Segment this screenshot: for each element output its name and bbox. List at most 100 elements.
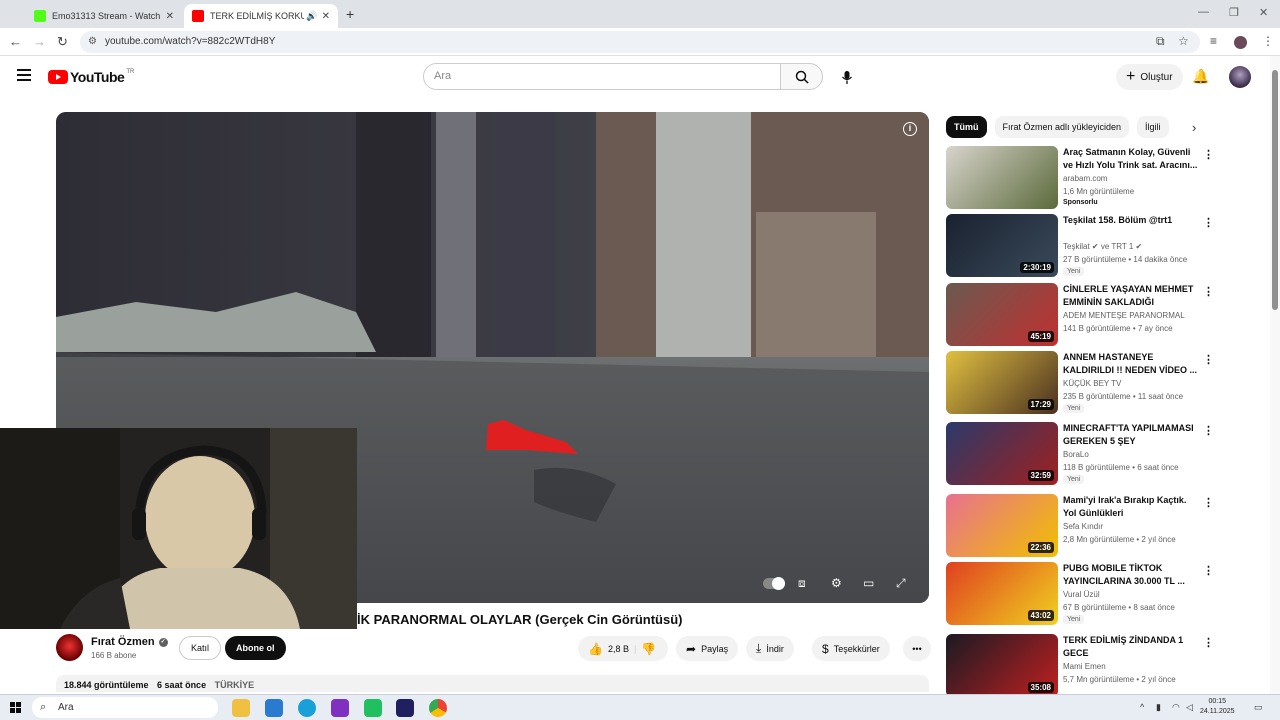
- thumbs-up-icon[interactable]: 👍: [588, 642, 603, 656]
- info-icon[interactable]: i: [903, 122, 917, 136]
- search-input[interactable]: Ara: [423, 63, 781, 90]
- autoplay-toggle[interactable]: [763, 577, 785, 590]
- channel-name[interactable]: Fırat Özmen ✓: [91, 636, 168, 648]
- video-title[interactable]: ANNEM HASTANEYE KALDIRILDI !! NEDEN VİDE…: [1063, 351, 1201, 377]
- more-actions-button[interactable]: •••: [903, 636, 931, 661]
- tab-kick-stream[interactable]: Emo31313 Stream - Watch Live ✕: [26, 4, 182, 28]
- more-vertical-icon[interactable]: ⋮: [1203, 285, 1214, 298]
- recommendation-item[interactable]: 35:08 TERK EDİLMİŞ ZİNDANDA 1 GECE Mami Em…: [946, 634, 1216, 698]
- recommendation-item[interactable]: 22:36 Mami'yi Irak'a Bırakıp Kaçtık. Yol …: [946, 494, 1216, 558]
- theater-mode-icon[interactable]: ▭: [863, 576, 874, 590]
- close-window-icon[interactable]: ✕: [1259, 6, 1268, 19]
- more-vertical-icon[interactable]: ⋮: [1203, 216, 1214, 229]
- video-thumbnail[interactable]: 32:59: [946, 422, 1058, 485]
- description-box[interactable]: 18.844 görüntüleme 6 saat önce TÜRKİYE: [56, 675, 929, 692]
- reload-icon[interactable]: ↻: [57, 34, 68, 50]
- video-thumbnail[interactable]: 43:02: [946, 562, 1058, 625]
- site-info-icon[interactable]: ⚙: [88, 31, 97, 53]
- app-icon-purple[interactable]: [331, 699, 349, 717]
- account-avatar[interactable]: [1229, 66, 1251, 88]
- chip-from-uploader[interactable]: Fırat Özmen adlı yükleyiciden: [994, 116, 1130, 138]
- speaker-icon[interactable]: 🔊: [306, 11, 317, 22]
- back-icon[interactable]: ←: [9, 34, 22, 49]
- restore-icon[interactable]: ❐: [1229, 6, 1239, 19]
- channel-name[interactable]: ADEM MENTEŞE PARANORMAL: [1063, 311, 1185, 320]
- channel-name[interactable]: arabam.com: [1063, 174, 1107, 183]
- like-count[interactable]: 2,8 B: [608, 644, 629, 654]
- page-scrollbar[interactable]: [1270, 56, 1280, 694]
- more-vertical-icon[interactable]: ⋮: [1203, 353, 1214, 366]
- voice-search-button[interactable]: [834, 64, 860, 90]
- windows-start-icon[interactable]: [10, 702, 21, 713]
- download-button[interactable]: ⤓ İndir: [746, 636, 794, 661]
- notifications-bell-icon[interactable]: 🔔: [1192, 68, 1209, 85]
- video-title[interactable]: Mami'yi Irak'a Bırakıp Kaçtık. Yol Günlü…: [1063, 494, 1201, 520]
- recommendation-item[interactable]: 43:02 PUBG MOBILE TİKTOK YAYINCILARINA 30…: [946, 562, 1216, 626]
- bookmark-star-icon[interactable]: ☆: [1178, 34, 1189, 48]
- more-vertical-icon[interactable]: ⋮: [1203, 424, 1214, 437]
- battery-icon[interactable]: ▮: [1156, 702, 1161, 713]
- youtube-logo[interactable]: YouTube TR: [48, 69, 134, 85]
- edge-icon[interactable]: [298, 699, 316, 717]
- more-vertical-icon[interactable]: ⋮: [1203, 148, 1214, 161]
- chrome-icon[interactable]: [429, 699, 447, 717]
- chip-related[interactable]: İlgili: [1137, 116, 1169, 138]
- reading-list-icon[interactable]: ≡: [1210, 34, 1217, 48]
- app-icon-navy[interactable]: [396, 699, 414, 717]
- channel-name[interactable]: Vural Üzül: [1063, 590, 1100, 599]
- channel-name[interactable]: Sefa Kındır: [1063, 522, 1103, 531]
- channel-avatar[interactable]: [56, 634, 83, 661]
- app-icon-green[interactable]: [364, 699, 382, 717]
- captions-icon[interactable]: ⧈: [798, 576, 806, 591]
- close-tab-icon[interactable]: ✕: [322, 11, 330, 22]
- recommendation-item[interactable]: 32:59 MINECRAFT'TA YAPILMAMASI GEREKEN 5 …: [946, 422, 1216, 486]
- video-title[interactable]: PUBG MOBILE TİKTOK YAYINCILARINA 30.000 …: [1063, 562, 1201, 588]
- thanks-button[interactable]: $ Teşekkürler: [812, 636, 890, 661]
- video-thumbnail[interactable]: 2:30:19: [946, 214, 1058, 277]
- video-thumbnail[interactable]: 35:08: [946, 634, 1058, 697]
- more-vertical-icon[interactable]: ⋮: [1203, 636, 1214, 649]
- video-thumbnail[interactable]: [946, 146, 1058, 209]
- search-button[interactable]: [780, 63, 823, 90]
- address-bar[interactable]: ⚙ youtube.com/watch?v=882c2WTdH8Y: [80, 31, 1200, 53]
- wifi-icon[interactable]: ◠: [1172, 702, 1180, 713]
- file-explorer-icon[interactable]: [232, 699, 250, 717]
- scrollbar-thumb[interactable]: [1272, 70, 1278, 310]
- video-thumbnail[interactable]: 22:36: [946, 494, 1058, 557]
- share-button[interactable]: ➦ Paylaş: [676, 636, 739, 661]
- video-title[interactable]: CİNLERLE YAŞAYAN MEHMET EMMİNİN SAKLADIĞ…: [1063, 283, 1201, 309]
- video-thumbnail[interactable]: 17:29: [946, 351, 1058, 414]
- recommendation-item[interactable]: 2:30:19 Teşkilat 158. Bölüm @trt1 Teşkilat…: [946, 214, 1216, 278]
- more-vertical-icon[interactable]: ⋮: [1203, 564, 1214, 577]
- install-app-icon[interactable]: ⧉: [1156, 34, 1165, 49]
- chevron-right-icon[interactable]: ›: [1192, 120, 1196, 135]
- video-title[interactable]: MINECRAFT'TA YAPILMAMASI GEREKEN 5 ŞEY: [1063, 422, 1201, 448]
- new-tab-icon[interactable]: +: [346, 6, 354, 22]
- tab-youtube-video[interactable]: TERK EDİLMİŞ KORKU EVİN 🔊 ✕: [184, 4, 338, 28]
- profile-avatar[interactable]: [1234, 36, 1247, 49]
- taskbar-search[interactable]: ⌕ Ara: [32, 697, 218, 718]
- video-thumbnail[interactable]: 45:19: [946, 283, 1058, 346]
- browser-menu-icon[interactable]: ⋮: [1262, 34, 1274, 48]
- thumbs-down-icon[interactable]: 👎: [641, 642, 656, 656]
- create-button[interactable]: + Oluştur: [1116, 64, 1183, 90]
- outlook-icon[interactable]: [265, 699, 283, 717]
- notification-center-icon[interactable]: ▭: [1254, 702, 1263, 713]
- location-tag[interactable]: TÜRKİYE: [215, 680, 255, 690]
- channel-name[interactable]: Mami Emen: [1063, 662, 1106, 671]
- volume-icon[interactable]: ◁: [1186, 702, 1193, 713]
- fullscreen-icon[interactable]: ⤢: [896, 576, 906, 591]
- minimize-icon[interactable]: —: [1198, 6, 1209, 18]
- chip-all[interactable]: Tümü: [946, 116, 987, 138]
- video-title[interactable]: TERK EDİLMİŞ ZİNDANDA 1 GECE: [1063, 634, 1201, 660]
- subscribe-button[interactable]: Abone ol: [225, 636, 286, 660]
- taskbar-clock[interactable]: 00:15 24.11.2025: [1200, 697, 1235, 717]
- close-tab-icon[interactable]: ✕: [166, 11, 174, 22]
- settings-gear-icon[interactable]: ⚙: [831, 576, 842, 590]
- menu-icon[interactable]: [17, 69, 31, 84]
- video-title[interactable]: Teşkilat 158. Bölüm @trt1: [1063, 214, 1201, 227]
- recommendation-item[interactable]: 17:29 ANNEM HASTANEYE KALDIRILDI !! NEDEN…: [946, 351, 1216, 415]
- tray-chevron-icon[interactable]: ^: [1140, 702, 1144, 712]
- join-button[interactable]: Katıl: [179, 636, 222, 660]
- channel-name[interactable]: Teşkilat ✔ ve TRT 1 ✔: [1063, 242, 1142, 251]
